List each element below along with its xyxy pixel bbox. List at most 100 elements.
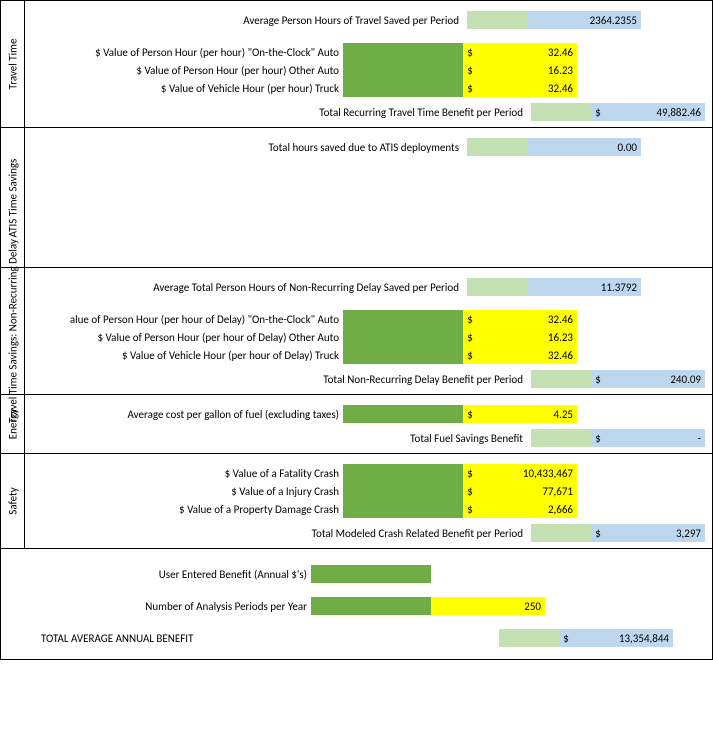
olive-cell xyxy=(531,370,591,388)
row-total-nonrec: Total Non-Recurring Delay Benefit per Pe… xyxy=(33,370,705,388)
value-cell: 77,671 xyxy=(477,482,577,500)
row-onclock-auto: $ Value of Person Hour (per hour) "On-th… xyxy=(33,43,705,61)
olive-cell xyxy=(467,138,527,156)
label: $ Value of Person Hour (per hour) "On-th… xyxy=(33,43,343,61)
dollar-sign: $ xyxy=(463,346,477,364)
dollar-sign: $ xyxy=(463,328,477,346)
dollar-sign: $ xyxy=(463,79,477,97)
green-cell xyxy=(343,500,463,518)
label: $ Value of Vehicle Hour (per hour) Truck xyxy=(33,79,343,97)
dollar-sign: $ xyxy=(463,310,477,328)
label: Average Person Hours of Travel Saved per… xyxy=(33,11,463,29)
value-cell: 32.46 xyxy=(477,346,577,364)
row-fuel-cost: Average cost per gallon of fuel (excludi… xyxy=(33,405,705,423)
section-energy: Energy Average cost per gallon of fuel (… xyxy=(1,395,712,454)
spreadsheet-page: Travel Time Average Person Hours of Trav… xyxy=(0,0,713,660)
row-total-travel-time: Total Recurring Travel Time Benefit per … xyxy=(33,103,705,121)
value-cell: 2364.2355 xyxy=(527,11,641,29)
value-cell: 11.3792 xyxy=(527,278,641,296)
green-cell xyxy=(343,328,463,346)
section-label-safety: Safety xyxy=(1,454,25,548)
label: alue of Person Hour (per hour of Delay) … xyxy=(33,310,343,328)
olive-cell xyxy=(499,629,559,647)
row-total-annual: TOTAL AVERAGE ANNUAL BENEFIT $ 13,354,84… xyxy=(33,629,704,647)
label: Total hours saved due to ATIS deployment… xyxy=(33,138,463,156)
section-safety: Safety $ Value of a Fatality Crash $ 10,… xyxy=(1,454,712,549)
green-cell xyxy=(343,43,463,61)
row-avg-nonrec: Average Total Person Hours of Non-Recurr… xyxy=(33,278,705,296)
green-cell xyxy=(343,79,463,97)
label: Total Recurring Travel Time Benefit per … xyxy=(33,103,527,121)
olive-cell xyxy=(467,11,527,29)
dollar-sign: $ xyxy=(559,629,573,647)
label: Number of Analysis Periods per Year xyxy=(33,597,311,615)
label: $ Value of Person Hour (per hour of Dela… xyxy=(33,328,343,346)
label: Average cost per gallon of fuel (excludi… xyxy=(33,405,343,423)
value-cell: 32.46 xyxy=(477,310,577,328)
label: Total Modeled Crash Related Benefit per … xyxy=(33,524,527,542)
dollar-sign: $ xyxy=(463,43,477,61)
green-cell xyxy=(343,61,463,79)
olive-cell xyxy=(531,429,591,447)
row-nr-onclock: alue of Person Hour (per hour of Delay) … xyxy=(33,310,705,328)
green-cell xyxy=(311,597,431,615)
value-cell: - xyxy=(605,429,705,447)
value-cell: 240.09 xyxy=(605,370,705,388)
green-cell xyxy=(343,405,463,423)
label: $ Value of Person Hour (per hour) Other … xyxy=(33,61,343,79)
olive-cell xyxy=(531,524,591,542)
label: $ Value of a Property Damage Crash xyxy=(33,500,343,518)
row-user-benefit: User Entered Benefit (Annual $'s) xyxy=(33,565,704,583)
dollar-sign: $ xyxy=(463,464,477,482)
value-cell: 49,882.46 xyxy=(605,103,705,121)
section-label-energy: Energy xyxy=(1,395,25,453)
row-avg-travel: Average Person Hours of Travel Saved per… xyxy=(33,11,705,29)
value-cell: 13,354,844 xyxy=(573,629,673,647)
value-cell: 2,666 xyxy=(477,500,577,518)
row-total-energy: Total Fuel Savings Benefit $ - xyxy=(33,429,705,447)
row-truck: $ Value of Vehicle Hour (per hour) Truck… xyxy=(33,79,705,97)
value-cell: 10,433,467 xyxy=(477,464,577,482)
value-cell: 32.46 xyxy=(477,43,577,61)
label: $ Value of a Injury Crash xyxy=(33,482,343,500)
label: Total Fuel Savings Benefit xyxy=(33,429,527,447)
row-injury: $ Value of a Injury Crash $ 77,671 xyxy=(33,482,705,500)
value-cell: 32.46 xyxy=(477,79,577,97)
label: Average Total Person Hours of Non-Recurr… xyxy=(33,278,463,296)
section-travel-time: Travel Time Average Person Hours of Trav… xyxy=(1,1,712,128)
section-atis: ATIS Time Savings Total hours saved due … xyxy=(1,128,712,268)
value-cell: 16.23 xyxy=(477,61,577,79)
green-cell xyxy=(343,346,463,364)
dollar-sign: $ xyxy=(591,429,605,447)
dollar-sign: $ xyxy=(463,405,477,423)
label: User Entered Benefit (Annual $'s) xyxy=(33,565,311,583)
green-cell xyxy=(343,464,463,482)
green-cell xyxy=(343,482,463,500)
row-property: $ Value of a Property Damage Crash $ 2,6… xyxy=(33,500,705,518)
row-nr-other: $ Value of Person Hour (per hour of Dela… xyxy=(33,328,705,346)
dollar-sign: $ xyxy=(591,370,605,388)
value-cell: 250 xyxy=(431,597,545,615)
dollar-sign: $ xyxy=(591,103,605,121)
label: Total Non-Recurring Delay Benefit per Pe… xyxy=(33,370,527,388)
dollar-sign: $ xyxy=(591,524,605,542)
green-cell xyxy=(311,565,431,583)
section-bottom: User Entered Benefit (Annual $'s) Number… xyxy=(1,549,712,660)
label: $ Value of a Fatality Crash xyxy=(33,464,343,482)
green-cell xyxy=(343,310,463,328)
row-nr-truck: $ Value of Vehicle Hour (per hour of Del… xyxy=(33,346,705,364)
row-periods: Number of Analysis Periods per Year 250 xyxy=(33,597,704,615)
olive-cell xyxy=(531,103,591,121)
row-total-safety: Total Modeled Crash Related Benefit per … xyxy=(33,524,705,542)
value-cell: 4.25 xyxy=(477,405,577,423)
section-label-nonrecurring: Travel Time Savings: Non-Recurring Delay xyxy=(1,268,25,394)
value-cell: 0.00 xyxy=(527,138,641,156)
dollar-sign: $ xyxy=(463,500,477,518)
label: $ Value of Vehicle Hour (per hour of Del… xyxy=(33,346,343,364)
row-atis: Total hours saved due to ATIS deployment… xyxy=(33,138,704,156)
dollar-sign: $ xyxy=(463,482,477,500)
label: TOTAL AVERAGE ANNUAL BENEFIT xyxy=(33,629,495,647)
section-nonrecurring: Travel Time Savings: Non-Recurring Delay… xyxy=(1,268,712,395)
value-cell: 16.23 xyxy=(477,328,577,346)
row-other-auto: $ Value of Person Hour (per hour) Other … xyxy=(33,61,705,79)
